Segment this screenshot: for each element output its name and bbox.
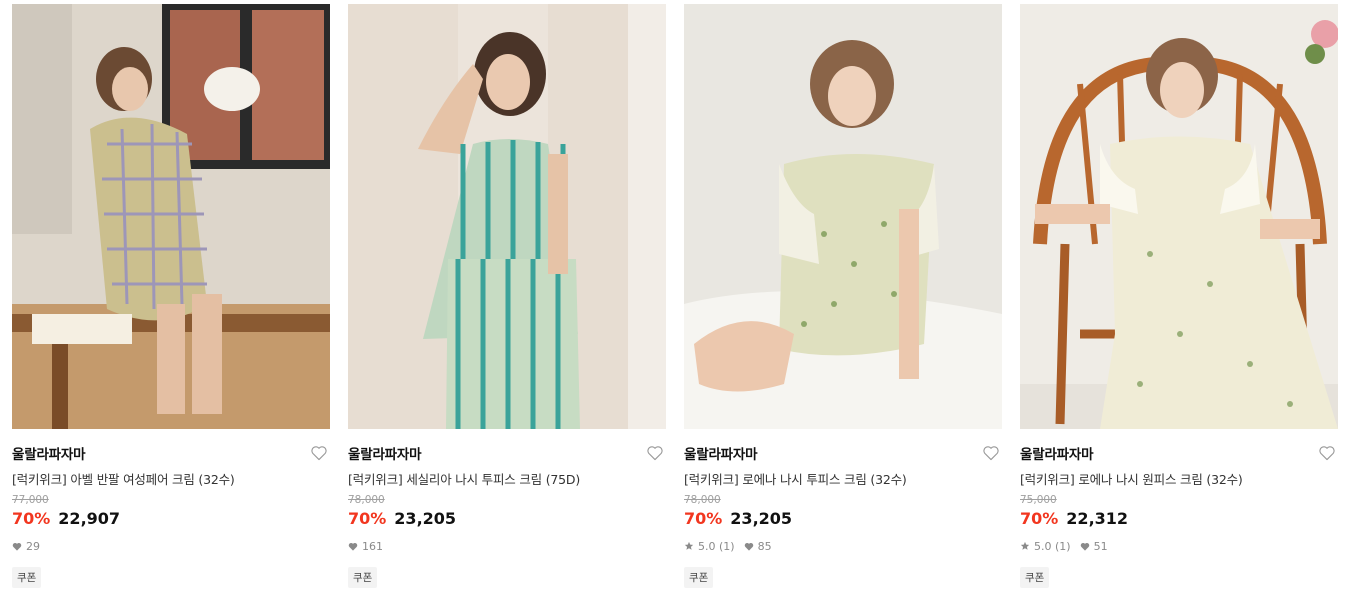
likes-count: 29 <box>26 539 40 553</box>
likes-stat: 85 <box>744 540 772 553</box>
original-price: 77,000 <box>12 494 49 506</box>
product-title[interactable]: [럭키위크] 세실리아 나시 투피스 크림 (75D) <box>348 469 666 487</box>
stats-row: 5.0 (1) 51 <box>1020 539 1338 553</box>
brand-name[interactable]: 울랄라파자마 <box>348 443 422 463</box>
coupon-badge: 쿠폰 <box>12 567 42 588</box>
heart-outline-icon[interactable] <box>310 445 328 461</box>
sale-price: 22,907 <box>58 509 121 528</box>
sale-price: 23,205 <box>730 509 793 528</box>
heart-outline-icon[interactable] <box>982 445 1000 461</box>
discount-rate: 70% <box>348 509 387 528</box>
product-image[interactable] <box>1020 4 1338 429</box>
original-price: 78,000 <box>684 494 721 506</box>
heart-filled-icon <box>348 542 358 551</box>
product-photo-icon <box>12 4 330 429</box>
stats-row: 5.0 (1) 85 <box>684 539 1002 553</box>
likes-stat: 51 <box>1080 540 1108 553</box>
brand-row: 울랄라파자마 <box>1020 443 1338 463</box>
price-row: 70% 23,205 <box>348 509 666 529</box>
product-title[interactable]: [럭키위크] 아벨 반팔 여성페어 크림 (32수) <box>12 469 330 487</box>
product-photo-icon <box>348 4 666 429</box>
price-row: 70% 22,907 <box>12 509 330 529</box>
stats-row: 29 <box>12 539 330 553</box>
likes-count: 85 <box>757 539 772 553</box>
likes-count: 51 <box>1093 539 1108 553</box>
discount-rate: 70% <box>684 509 723 528</box>
rating-value: 5.0 (1) <box>698 539 735 553</box>
heart-filled-icon <box>12 542 22 551</box>
star-icon <box>684 541 694 550</box>
stats-row: 161 <box>348 539 666 553</box>
likes-count: 161 <box>362 539 383 553</box>
heart-outline-icon[interactable] <box>1318 445 1336 461</box>
brand-row: 울랄라파자마 <box>348 443 666 463</box>
product-photo-icon <box>1020 4 1338 429</box>
coupon-badge: 쿠폰 <box>684 567 714 588</box>
product-card[interactable]: 울랄라파자마 [럭키위크] 로에나 나시 원피스 크림 (32수) 75,000… <box>1020 4 1338 604</box>
heart-outline-icon[interactable] <box>646 445 664 461</box>
product-grid: 울랄라파자마 [럭키위크] 아벨 반팔 여성페어 크림 (32수) 77,000… <box>12 4 1338 604</box>
price-row: 70% 22,312 <box>1020 509 1338 529</box>
original-price: 75,000 <box>1020 494 1057 506</box>
product-image[interactable] <box>12 4 330 429</box>
rating-value: 5.0 (1) <box>1034 539 1071 553</box>
product-image[interactable] <box>348 4 666 429</box>
likes-stat: 161 <box>348 540 383 553</box>
heart-filled-icon <box>1080 542 1089 551</box>
product-card[interactable]: 울랄라파자마 [럭키위크] 로에나 나시 투피스 크림 (32수) 78,000… <box>684 4 1002 604</box>
star-icon <box>1020 541 1030 550</box>
likes-stat: 29 <box>12 540 40 553</box>
original-price: 78,000 <box>348 494 385 506</box>
brand-name[interactable]: 울랄라파자마 <box>1020 443 1094 463</box>
product-image[interactable] <box>684 4 1002 429</box>
rating-stat: 5.0 (1) <box>1020 540 1071 553</box>
product-card[interactable]: 울랄라파자마 [럭키위크] 세실리아 나시 투피스 크림 (75D) 78,00… <box>348 4 666 604</box>
coupon-badge: 쿠폰 <box>348 567 378 588</box>
brand-row: 울랄라파자마 <box>12 443 330 463</box>
brand-name[interactable]: 울랄라파자마 <box>684 443 758 463</box>
product-title[interactable]: [럭키위크] 로에나 나시 원피스 크림 (32수) <box>1020 469 1338 487</box>
brand-name[interactable]: 울랄라파자마 <box>12 443 86 463</box>
heart-filled-icon <box>744 542 753 551</box>
sale-price: 22,312 <box>1066 509 1129 528</box>
coupon-badge: 쿠폰 <box>1020 567 1050 588</box>
discount-rate: 70% <box>1020 509 1059 528</box>
product-photo-icon <box>684 4 1002 429</box>
price-row: 70% 23,205 <box>684 509 1002 529</box>
brand-row: 울랄라파자마 <box>684 443 1002 463</box>
discount-rate: 70% <box>12 509 51 528</box>
rating-stat: 5.0 (1) <box>684 540 735 553</box>
product-card[interactable]: 울랄라파자마 [럭키위크] 아벨 반팔 여성페어 크림 (32수) 77,000… <box>12 4 330 604</box>
sale-price: 23,205 <box>394 509 457 528</box>
product-title[interactable]: [럭키위크] 로에나 나시 투피스 크림 (32수) <box>684 469 1002 487</box>
